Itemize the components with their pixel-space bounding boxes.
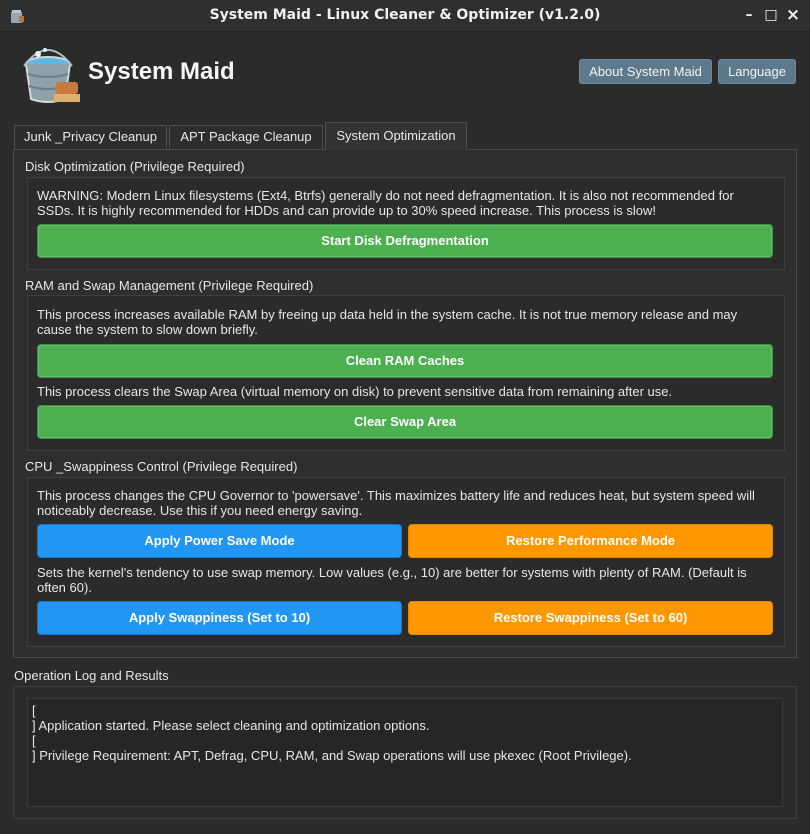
language-button[interactable]: Language bbox=[718, 59, 796, 84]
minimize-icon[interactable]: – bbox=[740, 6, 758, 24]
governor-desc: This process changes the CPU Governor to… bbox=[37, 488, 777, 518]
start-defrag-button[interactable]: Start Disk Defragmentation bbox=[37, 224, 773, 258]
window-title: System Maid - Linux Cleaner & Optimizer … bbox=[209, 7, 601, 23]
disk-warning-line: WARNING: Modern Linux filesystems (Ext4,… bbox=[37, 188, 734, 203]
restore-swappiness-button[interactable]: Restore Swappiness (Set to 60) bbox=[408, 601, 773, 635]
log-line: ] Privilege Requirement: APT, Defrag, CP… bbox=[32, 748, 632, 763]
governor-desc-line: noticeably decrease. Use this if you nee… bbox=[37, 503, 363, 518]
operation-log[interactable]: [ ] Application started. Please select c… bbox=[27, 698, 783, 807]
log-line: [ bbox=[32, 703, 36, 718]
swap-desc: This process clears the Swap Area (virtu… bbox=[37, 384, 673, 399]
swappiness-desc-line: Sets the kernel's tendency to use swap m… bbox=[37, 565, 747, 580]
ram-cache-desc-line: This process increases available RAM by … bbox=[37, 307, 738, 322]
tab-system-optimization[interactable]: System Optimization bbox=[325, 122, 467, 150]
disk-warning-text: WARNING: Modern Linux filesystems (Ext4,… bbox=[37, 188, 777, 218]
clean-ram-button[interactable]: Clean RAM Caches bbox=[37, 344, 773, 378]
bucket-logo-icon bbox=[23, 48, 80, 103]
log-line: [ bbox=[32, 733, 36, 748]
disk-section-title: Disk Optimization (Privilege Required) bbox=[25, 159, 245, 174]
swappiness-desc: Sets the kernel's tendency to use swap m… bbox=[37, 565, 777, 595]
maximize-icon[interactable]: □ bbox=[762, 6, 780, 24]
restore-performance-button[interactable]: Restore Performance Mode bbox=[408, 524, 773, 558]
tab-junk-privacy-cleanup[interactable]: Junk _Privacy Cleanup bbox=[14, 125, 167, 149]
apply-swappiness-button[interactable]: Apply Swappiness (Set to 10) bbox=[37, 601, 402, 635]
clear-swap-button[interactable]: Clear Swap Area bbox=[37, 405, 773, 439]
app-name: System Maid bbox=[88, 58, 235, 85]
ram-cache-desc-line: cause the system to slow down briefly. bbox=[37, 322, 258, 337]
governor-desc-line: This process changes the CPU Governor to… bbox=[37, 488, 755, 503]
ram-cache-desc: This process increases available RAM by … bbox=[37, 307, 777, 337]
cpu-section-title: CPU _Swappiness Control (Privilege Requi… bbox=[25, 459, 298, 474]
tab-apt-package-cleanup[interactable]: APT Package Cleanup bbox=[169, 125, 323, 149]
window-titlebar: System Maid - Linux Cleaner & Optimizer … bbox=[0, 0, 810, 32]
close-icon[interactable]: × bbox=[784, 6, 802, 24]
log-title: Operation Log and Results bbox=[14, 668, 169, 683]
log-line: ] Application started. Please select cle… bbox=[32, 718, 430, 733]
apply-power-save-button[interactable]: Apply Power Save Mode bbox=[37, 524, 402, 558]
swappiness-desc-line: often 60). bbox=[37, 580, 92, 595]
ram-section-title: RAM and Swap Management (Privilege Requi… bbox=[25, 278, 314, 293]
disk-warning-line: SSDs. It is highly recommended for HDDs … bbox=[37, 203, 656, 218]
about-button[interactable]: About System Maid bbox=[579, 59, 712, 84]
